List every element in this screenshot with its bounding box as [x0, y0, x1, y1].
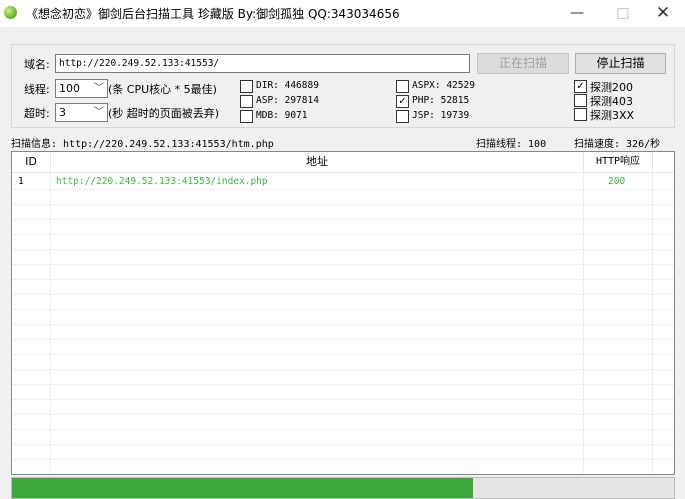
progress-fill	[12, 478, 474, 498]
row-divider	[12, 279, 674, 280]
timeout-label: 超时:	[24, 107, 50, 120]
checkbox-label-asp: ASP: 297814	[256, 95, 319, 106]
row-divider	[12, 324, 674, 325]
checkbox-probe-3xx[interactable]	[574, 108, 587, 121]
close-button[interactable]: ✕	[640, 0, 685, 27]
checkbox-label-php: PHP: 52815	[412, 95, 470, 106]
scan-speed: 扫描速度: 326/秒	[574, 139, 661, 150]
scan-info: 扫描信息: http://220.249.52.133:41553/htm.ph…	[11, 139, 274, 150]
chevron-down-icon: ﹀	[94, 83, 104, 94]
progress-bar	[11, 477, 675, 499]
row-divider	[12, 204, 674, 205]
checkbox-probe-403[interactable]	[574, 94, 587, 107]
checkbox-jsp[interactable]	[396, 110, 409, 123]
column-header-url[interactable]: 地址	[51, 152, 584, 173]
threads-label: 线程:	[24, 83, 50, 96]
column-header-filler	[653, 152, 674, 173]
row-divider	[12, 429, 674, 430]
checkbox-label-aspx: ASPX: 42529	[412, 80, 475, 91]
results-table[interactable]: ID 地址 HTTP响应 1 http://220.249.52.133:4155…	[11, 151, 675, 475]
checkbox-php[interactable]: ✓	[396, 95, 409, 108]
column-header-id[interactable]: ID	[12, 152, 51, 173]
checkbox-label-dir: DIR: 446889	[256, 80, 319, 91]
minimize-button[interactable]: —	[554, 0, 600, 27]
domain-input[interactable]: http://220.249.52.133:41553/	[55, 54, 470, 73]
row-divider	[12, 219, 674, 220]
row-divider	[12, 414, 674, 415]
window-title: 《想念初恋》御剑后台扫描工具 珍藏版 By:御剑孤独 QQ:343034656	[26, 7, 400, 21]
checkbox-probe-200[interactable]: ✓	[574, 80, 587, 93]
table-row[interactable]: 1 http://220.249.52.133:41553/index.php 20…	[12, 175, 674, 189]
stop-scan-button[interactable]: 停止扫描	[575, 53, 666, 74]
checkbox-dir[interactable]	[240, 80, 253, 93]
row-divider	[12, 249, 674, 250]
row-divider	[12, 354, 674, 355]
column-header-http[interactable]: HTTP响应	[584, 152, 653, 173]
domain-label: 域名:	[24, 58, 50, 71]
app-icon	[4, 6, 17, 19]
row-divider	[12, 189, 674, 190]
checkbox-asp[interactable]	[240, 95, 253, 108]
row-divider	[12, 309, 674, 310]
threads-select[interactable]: 100 ﹀	[55, 79, 108, 98]
checkbox-aspx[interactable]	[396, 80, 409, 93]
scanning-button[interactable]: 正在扫描	[477, 53, 569, 74]
row-divider	[12, 459, 674, 460]
checkbox-label-jsp: JSP: 19739	[412, 110, 470, 121]
cell-http-code: 200	[608, 176, 626, 187]
scan-threads: 扫描线程: 100	[476, 139, 547, 150]
row-divider	[12, 369, 674, 370]
row-divider	[12, 234, 674, 235]
timeout-select[interactable]: 3 ﹀	[55, 103, 108, 122]
threads-hint: (条 CPU核心 * 5最佳)	[108, 83, 217, 96]
row-divider	[12, 384, 674, 385]
row-divider	[12, 444, 674, 445]
timeout-value: 3	[59, 106, 66, 119]
chevron-down-icon: ﹀	[94, 107, 104, 118]
checkbox-mdb[interactable]	[240, 110, 253, 123]
threads-value: 100	[59, 82, 80, 95]
row-divider	[12, 294, 674, 295]
title-bar: 《想念初恋》御剑后台扫描工具 珍藏版 By:御剑孤独 QQ:343034656 …	[0, 0, 685, 27]
checkbox-label-probe-3xx: 探测3XX	[590, 109, 635, 122]
row-divider	[12, 264, 674, 265]
row-divider	[12, 339, 674, 340]
row-divider	[12, 399, 674, 400]
cell-url: http://220.249.52.133:41553/index.php	[56, 176, 268, 187]
checkbox-label-mdb: MDB: 9071	[256, 110, 308, 121]
timeout-hint: (秒 超时的页面被丢弃)	[108, 107, 220, 120]
cell-id: 1	[18, 176, 24, 187]
